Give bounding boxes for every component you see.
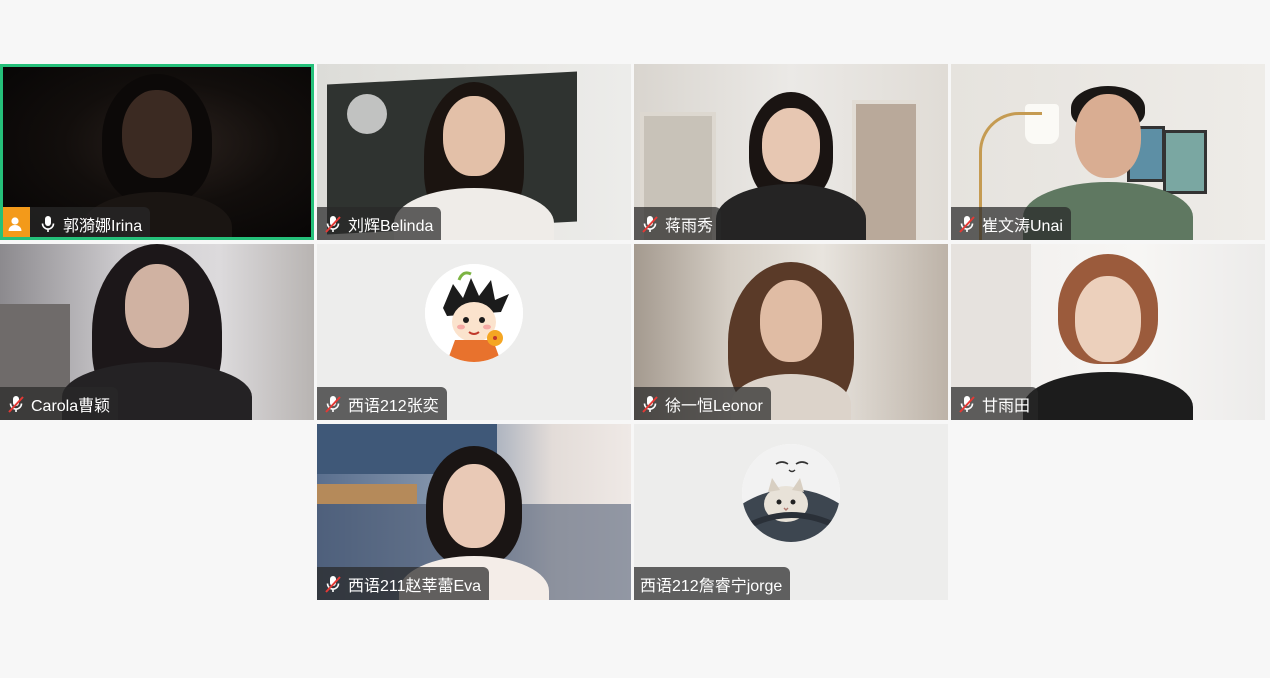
participant-tile-7[interactable]: 徐一恒Leonor <box>634 244 948 420</box>
participant-label: 西语211赵莘蕾Eva <box>317 567 490 600</box>
participant-name: 郭漪娜Irina <box>63 217 143 235</box>
meeting-gallery: 郭漪娜Irina 刘辉Belinda 蒋雨秀 崔文涛Unai Carola曹颖 … <box>0 0 1270 678</box>
microphone-muted-icon <box>640 394 660 414</box>
participant-tile-8[interactable]: 甘雨田 <box>951 244 1265 420</box>
participant-label: 郭漪娜Irina <box>0 207 151 240</box>
cartoon-boy-avatar-icon <box>425 264 523 362</box>
participant-name: 蒋雨秀 <box>665 217 714 235</box>
participant-tile-10[interactable]: 西语212詹睿宁jorge <box>634 424 948 600</box>
microphone-muted-icon <box>640 214 660 234</box>
participant-label: 崔文涛Unai <box>951 207 1071 240</box>
participant-tile-5[interactable]: Carola曹颖 <box>0 244 314 420</box>
participant-tile-1[interactable]: 郭漪娜Irina <box>0 64 314 240</box>
participant-label: 甘雨田 <box>951 387 1039 420</box>
microphone-muted-icon <box>957 394 977 414</box>
participant-name: 西语212詹睿宁jorge <box>640 577 783 595</box>
microphone-muted-icon <box>957 214 977 234</box>
participant-name: 刘辉Belinda <box>348 217 434 235</box>
participant-name: 西语212张奕 <box>348 397 439 415</box>
microphone-muted-icon <box>323 394 343 414</box>
host-icon <box>0 207 30 240</box>
participant-label: 刘辉Belinda <box>317 207 442 240</box>
participant-name: Carola曹颖 <box>31 397 111 415</box>
cat-avatar-icon <box>742 444 840 542</box>
participant-tile-9[interactable]: 西语211赵莘蕾Eva <box>317 424 631 600</box>
participant-label: 蒋雨秀 <box>634 207 722 240</box>
participant-name: 西语211赵莘蕾Eva <box>348 577 482 595</box>
microphone-muted-icon <box>323 574 343 594</box>
participant-name: 徐一恒Leonor <box>665 397 763 415</box>
participant-tile-3[interactable]: 蒋雨秀 <box>634 64 948 240</box>
participant-label: 徐一恒Leonor <box>634 387 771 420</box>
participant-tile-2[interactable]: 刘辉Belinda <box>317 64 631 240</box>
microphone-muted-icon <box>323 214 343 234</box>
participant-name: 崔文涛Unai <box>982 217 1063 235</box>
microphone-muted-icon <box>6 394 26 414</box>
participant-tile-4[interactable]: 崔文涛Unai <box>951 64 1265 240</box>
participant-name: 甘雨田 <box>982 397 1031 415</box>
microphone-icon <box>38 214 58 234</box>
participant-label: 西语212张奕 <box>317 387 447 420</box>
participant-label: Carola曹颖 <box>0 387 119 420</box>
participant-tile-6[interactable]: 西语212张奕 <box>317 244 631 420</box>
participant-label: 西语212詹睿宁jorge <box>634 567 791 600</box>
